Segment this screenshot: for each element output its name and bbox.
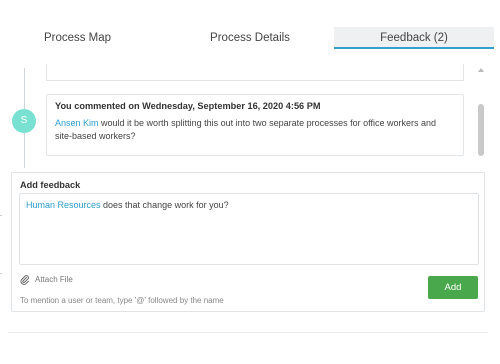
comment-mention-link[interactable]: Ansen Kim [55, 118, 99, 128]
comment-text: would it be worth splitting this out int… [55, 118, 437, 141]
tab-process-map[interactable]: Process Map [0, 27, 155, 49]
bottom-divider [8, 332, 488, 333]
tab-process-details[interactable]: Process Details [170, 27, 330, 49]
comment-card: You commented on Wednesday, September 16… [46, 94, 464, 156]
tab-bar: Process Map Process Details Feedback (2) [0, 0, 500, 50]
mention-hint: To mention a user or team, type '@' foll… [20, 296, 224, 305]
comment-body: Ansen Kim would it be worth splitting th… [55, 117, 455, 143]
comments-scrollbar[interactable] [478, 66, 484, 158]
attach-file-label: Attach File [35, 275, 73, 284]
tab-feedback[interactable]: Feedback (2) [334, 27, 494, 49]
attach-file-button[interactable]: Attach File [20, 273, 73, 287]
feedback-input[interactable]: Human Resources does that change work fo… [19, 193, 479, 265]
scroll-up-arrow-icon[interactable] [478, 68, 484, 72]
add-button[interactable]: Add [428, 276, 478, 299]
feedback-mention: Human Resources [26, 200, 101, 210]
feedback-text: does that change work for you? [100, 200, 229, 210]
add-feedback-label: Add feedback [20, 180, 81, 190]
comment-timeline: S You commented on Wednesday, September … [0, 64, 490, 168]
paperclip-icon [20, 275, 29, 285]
comment-title: You commented on Wednesday, September 16… [55, 101, 321, 111]
left-edge-marks [0, 215, 2, 275]
avatar: S [12, 109, 36, 133]
add-feedback-panel: Add feedback Human Resources does that c… [11, 172, 485, 312]
scroll-thumb[interactable] [478, 104, 484, 156]
previous-comment-card [46, 64, 464, 81]
